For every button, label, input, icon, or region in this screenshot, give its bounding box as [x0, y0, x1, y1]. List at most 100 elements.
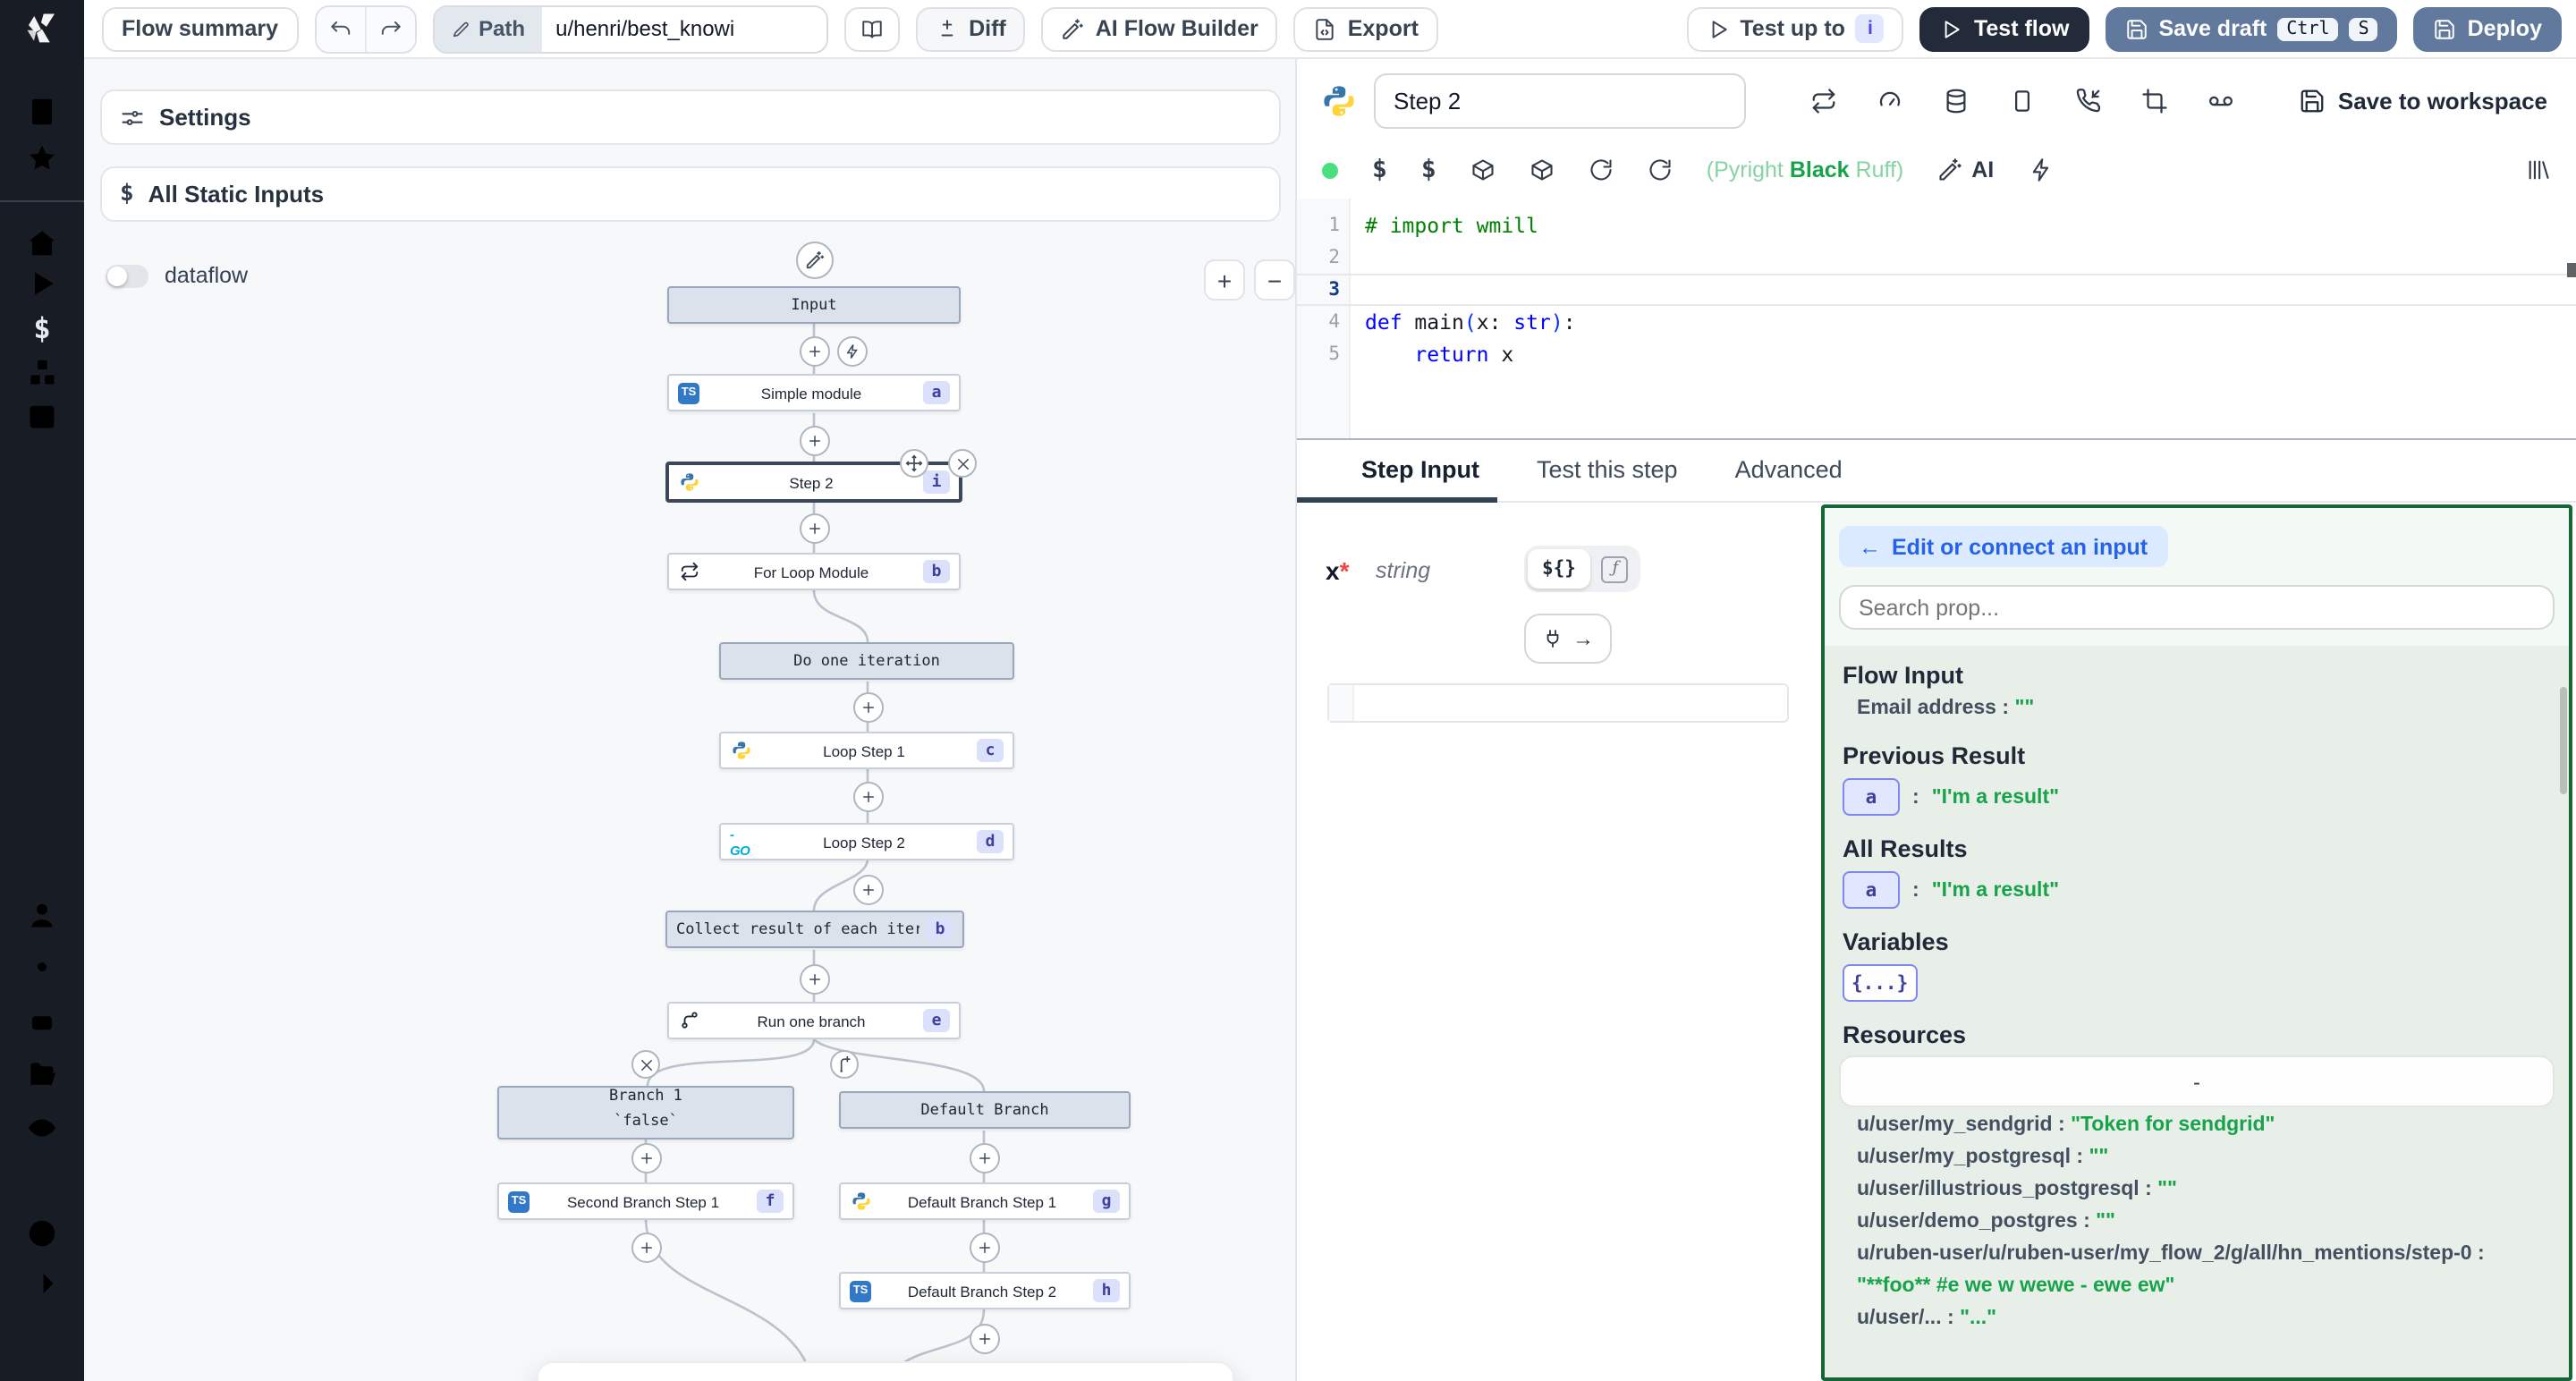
- schedules-calendar-icon[interactable]: [25, 399, 59, 433]
- redo-button[interactable]: [364, 6, 414, 51]
- insert-step-button[interactable]: [970, 1233, 1000, 1263]
- delete-step-button[interactable]: [948, 449, 977, 478]
- diff-button[interactable]: Diff: [915, 6, 1026, 51]
- zap-icon[interactable]: [2028, 157, 2053, 182]
- export-button[interactable]: Export: [1294, 6, 1438, 51]
- function-mode-button[interactable]: ƒ: [1594, 549, 1637, 589]
- mobile-rect-icon[interactable]: [2009, 87, 2036, 114]
- insert-step-button[interactable]: [631, 1233, 662, 1263]
- dollar-icon[interactable]: $: [1421, 156, 1436, 184]
- insert-step-button[interactable]: [853, 782, 884, 812]
- star-icon[interactable]: [25, 141, 59, 175]
- insert-step-button[interactable]: [800, 513, 830, 544]
- variables-chip[interactable]: {...}: [1843, 964, 1917, 1002]
- phone-incoming-icon[interactable]: [2075, 87, 2102, 114]
- user-icon[interactable]: [25, 898, 59, 932]
- windmill-logo[interactable]: [0, 0, 84, 59]
- insert-step-button[interactable]: [631, 1143, 662, 1173]
- flow-node-branch-1[interactable]: Branch 1 `false`: [497, 1086, 794, 1140]
- flow-node-loop-step-2[interactable]: -GO Loop Step 2 d: [719, 823, 1014, 860]
- flow-node-simple-module[interactable]: TS Simple module a: [667, 374, 961, 411]
- crop-frame-icon[interactable]: [2141, 87, 2168, 114]
- data-row[interactable]: u/user/demo_postgres : "": [1857, 1209, 2569, 1236]
- flow-node-default-branch-step-1[interactable]: Default Branch Step 1 g: [839, 1182, 1131, 1220]
- building-icon[interactable]: [25, 95, 59, 129]
- data-row[interactable]: u/ruben-user/u/ruben-user/my_flow_2/g/al…: [1857, 1241, 2569, 1268]
- data-row[interactable]: u/user/my_postgresql : "": [1857, 1145, 2569, 1172]
- help-icon[interactable]: [25, 1216, 59, 1250]
- rotate-cw-icon[interactable]: [1648, 157, 1673, 182]
- all-static-inputs-row[interactable]: $ All Static Inputs: [100, 166, 1281, 222]
- flow-node-do-one-iteration[interactable]: Do one iteration: [719, 642, 1014, 680]
- data-row[interactable]: u/user/my_sendgrid : "Token for sendgrid…: [1857, 1113, 2569, 1140]
- audit-eye-icon[interactable]: [25, 1111, 59, 1145]
- insert-step-button[interactable]: [970, 1324, 1000, 1354]
- result-chip[interactable]: a: [1843, 778, 1900, 816]
- flow-node-default-branch-step-2[interactable]: TS Default Branch Step 2 h: [839, 1272, 1131, 1309]
- package-icon[interactable]: [1530, 157, 1555, 182]
- tab-advanced[interactable]: Advanced: [1707, 456, 1871, 501]
- undo-button[interactable]: [316, 6, 364, 51]
- result-chip[interactable]: a: [1843, 871, 1900, 909]
- editor-scrollbar[interactable]: [2567, 263, 2576, 277]
- flow-settings-row[interactable]: Settings: [100, 89, 1281, 145]
- insert-step-button[interactable]: [970, 1143, 1000, 1173]
- resources-boxes-icon[interactable]: [25, 356, 59, 390]
- path-input[interactable]: [541, 6, 826, 51]
- flow-summary-button[interactable]: Flow summary: [102, 6, 298, 51]
- deploy-button[interactable]: Deploy: [2414, 6, 2562, 51]
- tab-step-input[interactable]: Step Input: [1333, 456, 1508, 501]
- runs-play-icon[interactable]: [25, 267, 59, 301]
- panel-scrollbar[interactable]: [2560, 687, 2567, 794]
- add-branch-button[interactable]: [830, 1050, 859, 1079]
- dataflow-toggle[interactable]: [106, 264, 148, 287]
- remove-branch-button[interactable]: [631, 1050, 660, 1079]
- search-prop-input[interactable]: [1839, 585, 2555, 630]
- ai-assistant-button[interactable]: AI: [1937, 157, 1994, 182]
- zoom-out-button[interactable]: −: [1254, 259, 1295, 301]
- insert-step-button[interactable]: [800, 336, 830, 367]
- database-icon[interactable]: [1943, 87, 1970, 114]
- folders-icon[interactable]: [25, 1057, 59, 1091]
- collapse-arrow-right-icon[interactable]: [25, 1267, 59, 1301]
- ai-flow-builder-button[interactable]: AI Flow Builder: [1042, 6, 1278, 51]
- data-row[interactable]: u/user/... : "...": [1857, 1306, 2569, 1333]
- insert-step-button[interactable]: [800, 964, 830, 995]
- voicemail-icon[interactable]: [2207, 87, 2234, 114]
- gauge-icon[interactable]: [1877, 87, 1903, 114]
- flow-node-for-loop[interactable]: For Loop Module b: [667, 553, 961, 590]
- path-label[interactable]: Path: [434, 6, 541, 51]
- connect-input-button[interactable]: →: [1524, 614, 1612, 664]
- resources-select[interactable]: -: [1839, 1055, 2555, 1107]
- code-editor[interactable]: 1# import wmill 2 3 4def main(x: str): 5…: [1297, 199, 2576, 440]
- data-row[interactable]: u/user/illustrious_postgresql : "": [1857, 1177, 2569, 1204]
- save-draft-button[interactable]: Save draft Ctrl S: [2105, 6, 2397, 51]
- save-to-workspace-button[interactable]: Save to workspace: [2299, 87, 2558, 114]
- library-icon[interactable]: [2526, 157, 2551, 182]
- flow-docs-button[interactable]: [843, 6, 899, 51]
- flow-node-default-branch[interactable]: Default Branch: [839, 1091, 1131, 1129]
- dollar-icon[interactable]: $: [1372, 156, 1387, 184]
- template-mode-button[interactable]: ${}: [1528, 549, 1590, 589]
- arg-value-input[interactable]: [1327, 683, 1789, 723]
- insert-step-button[interactable]: [853, 692, 884, 723]
- test-up-to-button[interactable]: Test up to i: [1686, 6, 1904, 51]
- flow-node-second-branch-step-1[interactable]: TS Second Branch Step 1 f: [497, 1182, 794, 1220]
- flow-node-run-one-branch[interactable]: Run one branch e: [667, 1002, 961, 1039]
- flow-node-collect-result[interactable]: Collect result of each iteration b: [665, 911, 964, 948]
- zoom-in-button[interactable]: +: [1204, 259, 1245, 301]
- repeat-icon[interactable]: [1810, 87, 1837, 114]
- test-flow-button[interactable]: Test flow: [1920, 6, 2089, 51]
- flow-node-loop-step-1[interactable]: Loop Step 1 c: [719, 732, 1014, 769]
- flow-node-input[interactable]: Input: [667, 286, 961, 324]
- tab-test-this-step[interactable]: Test this step: [1508, 456, 1707, 501]
- package-icon[interactable]: [1470, 157, 1496, 182]
- data-row[interactable]: "**foo** #e we w wewe - ewe ew": [1857, 1274, 2569, 1301]
- workers-robot-icon[interactable]: [25, 1004, 59, 1038]
- trigger-bolt-button[interactable]: [837, 336, 868, 367]
- ai-step-wand-button[interactable]: [796, 241, 834, 279]
- rotate-cw-icon[interactable]: [1589, 157, 1614, 182]
- insert-step-button[interactable]: [800, 426, 830, 456]
- data-row[interactable]: Email address : "": [1857, 696, 2569, 723]
- variables-dollar-icon[interactable]: $: [25, 311, 59, 345]
